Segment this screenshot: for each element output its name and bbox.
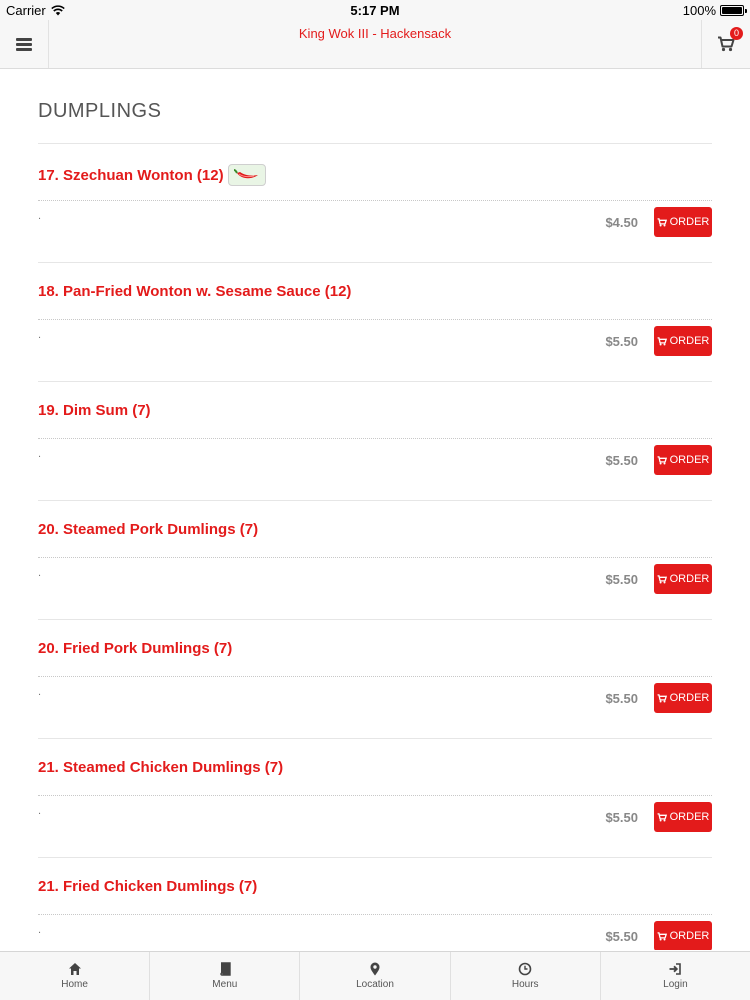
tab-login-label: Login bbox=[663, 979, 688, 990]
item-description: . bbox=[38, 329, 42, 341]
order-button[interactable]: ORDER bbox=[654, 445, 712, 475]
battery-percent: 100% bbox=[682, 3, 716, 18]
sign-in-icon bbox=[669, 963, 682, 975]
clock-time: 5:17 PM bbox=[350, 3, 400, 18]
menu-item-row: 17. Szechuan Wonton (12). $4.50 ORDER bbox=[38, 144, 712, 263]
home-icon bbox=[68, 963, 81, 975]
book-icon bbox=[220, 962, 231, 976]
order-button[interactable]: ORDER bbox=[654, 683, 712, 713]
order-cart-icon bbox=[657, 931, 667, 941]
status-bar: Carrier 5:17 PM 100% bbox=[0, 0, 750, 20]
map-marker-icon bbox=[370, 962, 380, 976]
restaurant-title: King Wok III - Hackensack bbox=[298, 26, 452, 41]
item-name[interactable]: 18. Pan-Fried Wonton w. Sesame Sauce (12… bbox=[38, 283, 351, 300]
order-button-label: ORDER bbox=[669, 930, 710, 942]
dotted-divider bbox=[38, 676, 712, 677]
order-button-label: ORDER bbox=[669, 216, 710, 228]
tab-hours-label: Hours bbox=[511, 979, 539, 990]
item-description: . bbox=[38, 210, 42, 222]
menu-content: DUMPLINGS 17. Szechuan Wonton (12). $4.50… bbox=[38, 70, 712, 950]
item-list: 17. Szechuan Wonton (12). $4.50 ORDER 18. P… bbox=[38, 144, 712, 950]
menu-button[interactable] bbox=[0, 20, 49, 68]
item-price: $5.50 bbox=[605, 453, 638, 468]
item-name[interactable]: 21. Fried Chicken Dumlings (7) bbox=[38, 878, 257, 895]
item-name-text: 18. Pan-Fried Wonton w. Sesame Sauce (12… bbox=[38, 283, 352, 300]
menu-item-row: 19. Dim Sum (7). $5.50 ORDER bbox=[38, 382, 712, 501]
order-cart-icon bbox=[657, 693, 667, 703]
item-name-text: 17. Szechuan Wonton (12) bbox=[38, 166, 224, 184]
item-description: . bbox=[38, 805, 42, 817]
item-description: . bbox=[38, 924, 42, 936]
item-price: $5.50 bbox=[605, 929, 638, 944]
item-name-text: 20. Fried Pork Dumlings (7) bbox=[38, 640, 233, 657]
tab-hours[interactable]: Hours bbox=[451, 952, 601, 1000]
cart-button[interactable]: 0 bbox=[701, 20, 750, 68]
tab-login[interactable]: Login bbox=[601, 952, 750, 1000]
menu-item-row: 21. Fried Chicken Dumlings (7). $5.50 ORDE… bbox=[38, 858, 712, 950]
dotted-divider bbox=[38, 438, 712, 439]
item-name-text: 20. Steamed Pork Dumlings (7) bbox=[38, 521, 259, 538]
order-button[interactable]: ORDER bbox=[654, 921, 712, 950]
cart-count-badge: 0 bbox=[730, 27, 743, 40]
item-price: $5.50 bbox=[605, 691, 638, 706]
item-name[interactable]: 17. Szechuan Wonton (12) bbox=[38, 164, 266, 186]
item-price: $5.50 bbox=[605, 334, 638, 349]
item-name-text: 19. Dim Sum (7) bbox=[38, 402, 151, 419]
item-name[interactable]: 21. Steamed Chicken Dumlings (7) bbox=[38, 759, 283, 776]
menu-item-row: 20. Steamed Pork Dumlings (7). $5.50 ORDER bbox=[38, 501, 712, 620]
order-button-label: ORDER bbox=[669, 573, 710, 585]
item-description: . bbox=[38, 686, 42, 698]
item-description: . bbox=[38, 448, 42, 460]
bottom-tab-bar: Home Menu Location Hours Login bbox=[0, 951, 750, 1000]
order-cart-icon bbox=[657, 574, 667, 584]
dotted-divider bbox=[38, 795, 712, 796]
order-button-label: ORDER bbox=[669, 454, 710, 466]
menu-item-row: 20. Fried Pork Dumlings (7). $5.50 ORDER bbox=[38, 620, 712, 739]
order-button[interactable]: ORDER bbox=[654, 207, 712, 237]
tab-location[interactable]: Location bbox=[300, 952, 451, 1000]
tab-location-label: Location bbox=[356, 979, 394, 990]
dotted-divider bbox=[38, 200, 712, 201]
item-price: $4.50 bbox=[605, 215, 638, 230]
clock-icon bbox=[518, 962, 532, 976]
order-button[interactable]: ORDER bbox=[654, 326, 712, 356]
item-name-text: 21. Fried Chicken Dumlings (7) bbox=[38, 878, 258, 895]
dotted-divider bbox=[38, 914, 712, 915]
battery-indicator: 100% bbox=[682, 3, 747, 18]
order-cart-icon bbox=[657, 455, 667, 465]
order-button[interactable]: ORDER bbox=[654, 564, 712, 594]
order-cart-icon bbox=[657, 812, 667, 822]
battery-icon bbox=[720, 5, 747, 16]
tab-menu[interactable]: Menu bbox=[150, 952, 301, 1000]
item-name-text: 21. Steamed Chicken Dumlings (7) bbox=[38, 759, 284, 776]
menu-item-row: 21. Steamed Chicken Dumlings (7). $5.50 OR… bbox=[38, 739, 712, 858]
hamburger-icon bbox=[16, 37, 32, 51]
order-button-label: ORDER bbox=[669, 692, 710, 704]
item-price: $5.50 bbox=[605, 572, 638, 587]
order-cart-icon bbox=[657, 336, 667, 346]
menu-item-row: 18. Pan-Fried Wonton w. Sesame Sauce (12… bbox=[38, 263, 712, 382]
order-button[interactable]: ORDER bbox=[654, 802, 712, 832]
tab-home-label: Home bbox=[61, 979, 88, 990]
tab-home[interactable]: Home bbox=[0, 952, 151, 1000]
dotted-divider bbox=[38, 557, 712, 558]
item-name[interactable]: 20. Fried Pork Dumlings (7) bbox=[38, 640, 232, 657]
order-cart-icon bbox=[657, 217, 667, 227]
tab-menu-label: Menu bbox=[212, 979, 238, 990]
spicy-pepper-icon bbox=[227, 164, 266, 186]
dotted-divider bbox=[38, 319, 712, 320]
app-header: King Wok III - Hackensack 0 bbox=[0, 20, 750, 69]
item-description: . bbox=[38, 567, 42, 579]
item-price: $5.50 bbox=[605, 810, 638, 825]
item-name[interactable]: 19. Dim Sum (7) bbox=[38, 402, 151, 419]
order-button-label: ORDER bbox=[669, 335, 710, 347]
section-title: DUMPLINGS bbox=[38, 100, 712, 144]
order-button-label: ORDER bbox=[669, 811, 710, 823]
item-name[interactable]: 20. Steamed Pork Dumlings (7) bbox=[38, 521, 258, 538]
